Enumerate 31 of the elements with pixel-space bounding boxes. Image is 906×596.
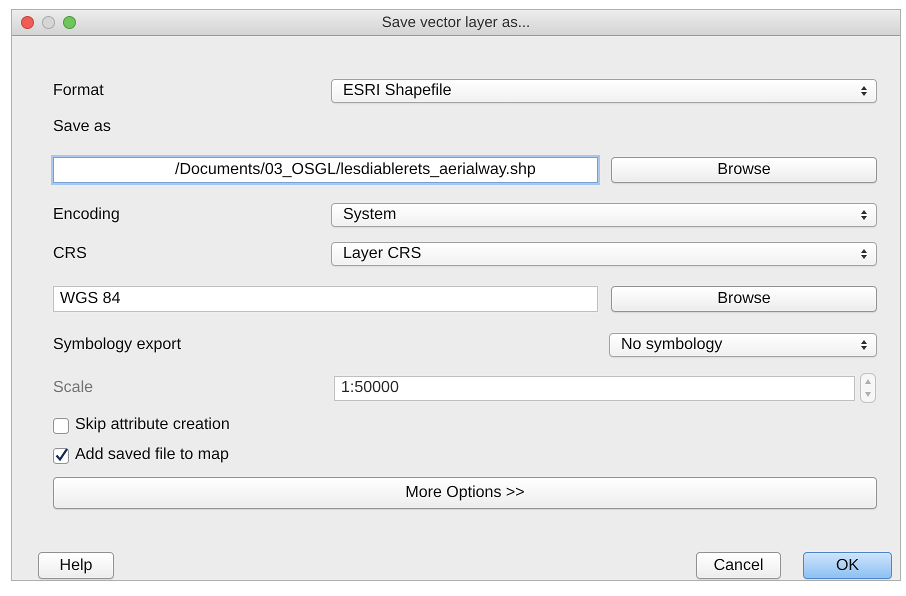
crs-field[interactable]: WGS 84 xyxy=(53,286,598,312)
close-icon[interactable] xyxy=(21,16,34,29)
spinner-icon[interactable] xyxy=(860,373,876,403)
minimize-icon[interactable] xyxy=(42,16,55,29)
crs-dropdown[interactable]: Layer CRS xyxy=(331,242,877,266)
file-path-field[interactable]: /Documents/03_OSGL/lesdiablerets_aerialway.shp xyxy=(53,157,598,183)
encoding-dropdown[interactable]: System xyxy=(331,203,877,227)
dialog-button[interactable]: OK xyxy=(803,552,892,579)
dialog-button[interactable]: Help xyxy=(38,552,114,579)
checkbox[interactable] xyxy=(53,446,70,464)
updown-arrows-icon xyxy=(860,85,868,97)
updown-arrows-icon xyxy=(860,209,868,221)
field-label: CRS xyxy=(53,245,88,263)
window-title: Save vector layer as... xyxy=(382,14,530,31)
field-label: Save as xyxy=(53,118,112,136)
field-label: Encoding xyxy=(53,206,121,224)
field-label: Symbology export xyxy=(53,336,182,354)
field-label: Scale xyxy=(53,379,94,397)
zoom-icon[interactable] xyxy=(63,16,76,29)
more-options-button[interactable]: More Options >> xyxy=(53,477,877,509)
browse-button[interactable]: Browse xyxy=(611,286,877,312)
checkbox-label: Skip attribute creation xyxy=(75,416,230,434)
field-label: Format xyxy=(53,82,105,100)
dialog-button[interactable]: Cancel xyxy=(696,552,781,579)
format-dropdown[interactable]: ESRI Shapefile xyxy=(331,79,877,103)
checkbox[interactable] xyxy=(53,416,70,434)
checkbox-label: Add saved file to map xyxy=(75,446,229,464)
updown-arrows-icon xyxy=(860,248,868,260)
browse-button[interactable]: Browse xyxy=(611,157,877,183)
updown-arrows-icon xyxy=(860,338,868,350)
symbology-dropdown[interactable]: No symbology xyxy=(609,332,877,356)
